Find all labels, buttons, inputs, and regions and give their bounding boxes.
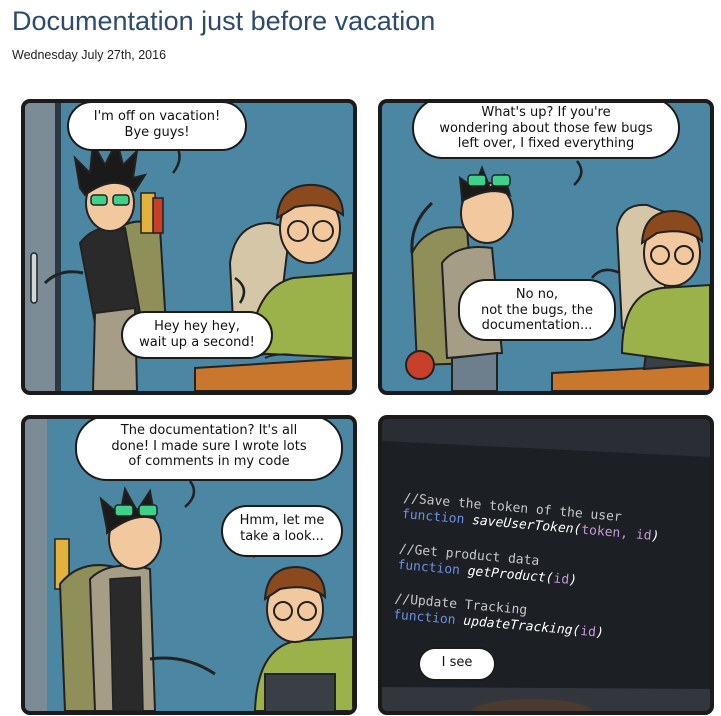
speech-line: left over, I fixed everything: [457, 136, 635, 152]
speech-bubble: No no, not the bugs, the documentation..…: [458, 279, 616, 341]
speech-line: take a look...: [240, 528, 324, 544]
code-paren: ): [595, 625, 605, 642]
speech-line: What's up? If you're: [481, 105, 611, 120]
speech-bubble: What's up? If you're wondering about tho…: [412, 103, 680, 159]
speech-line: I'm off on vacation!: [93, 109, 221, 124]
speech-line: The documentation? It's all: [120, 423, 298, 438]
code-paren: ): [568, 572, 578, 589]
code-arguments: id: [579, 624, 597, 641]
speech-bubble: Hmm, let me take a look...: [221, 505, 343, 557]
speech-line: done! I made sure I wrote lots: [111, 438, 307, 454]
code-block: //Get product data function getProduct(i…: [397, 541, 657, 596]
speech-line: wait up a second!: [139, 334, 255, 350]
speech-bubble: I'm off on vacation! Bye guys!: [67, 103, 247, 151]
comic-panel-1: I'm off on vacation! Bye guys! Hey hey h…: [21, 99, 357, 395]
speech-line: not the bugs, the: [480, 302, 593, 318]
code-paren: ): [650, 529, 660, 545]
speech-line: wondering about those few bugs: [439, 120, 653, 136]
speech-line: of comments in my code: [128, 454, 290, 470]
code-arguments: id: [552, 571, 570, 588]
speech-line: Bye guys!: [124, 124, 190, 140]
code-block: //Update Tracking function updateTrackin…: [392, 592, 652, 647]
comic-panel-4: //Save the token of the user function sa…: [378, 415, 714, 715]
post-date: Wednesday July 27th, 2016: [12, 48, 167, 62]
speech-bubble: Hey hey hey, wait up a second!: [121, 311, 273, 359]
speech-bubble: The documentation? It's all done! I made…: [75, 419, 343, 481]
comic-panel-3: The documentation? It's all done! I made…: [21, 415, 357, 715]
speech-line: Hey hey hey,: [154, 319, 240, 334]
speech-line: No no,: [515, 287, 559, 302]
comic-panel-2: What's up? If you're wondering about tho…: [378, 99, 714, 395]
speech-line: documentation...: [481, 318, 593, 334]
page-title: Documentation just before vacation: [12, 6, 436, 36]
code-block: //Save the token of the user function sa…: [401, 491, 661, 546]
speech-line: I see: [441, 655, 473, 670]
speech-line: Hmm, let me: [239, 513, 325, 528]
speech-bubble: I see: [418, 647, 496, 681]
